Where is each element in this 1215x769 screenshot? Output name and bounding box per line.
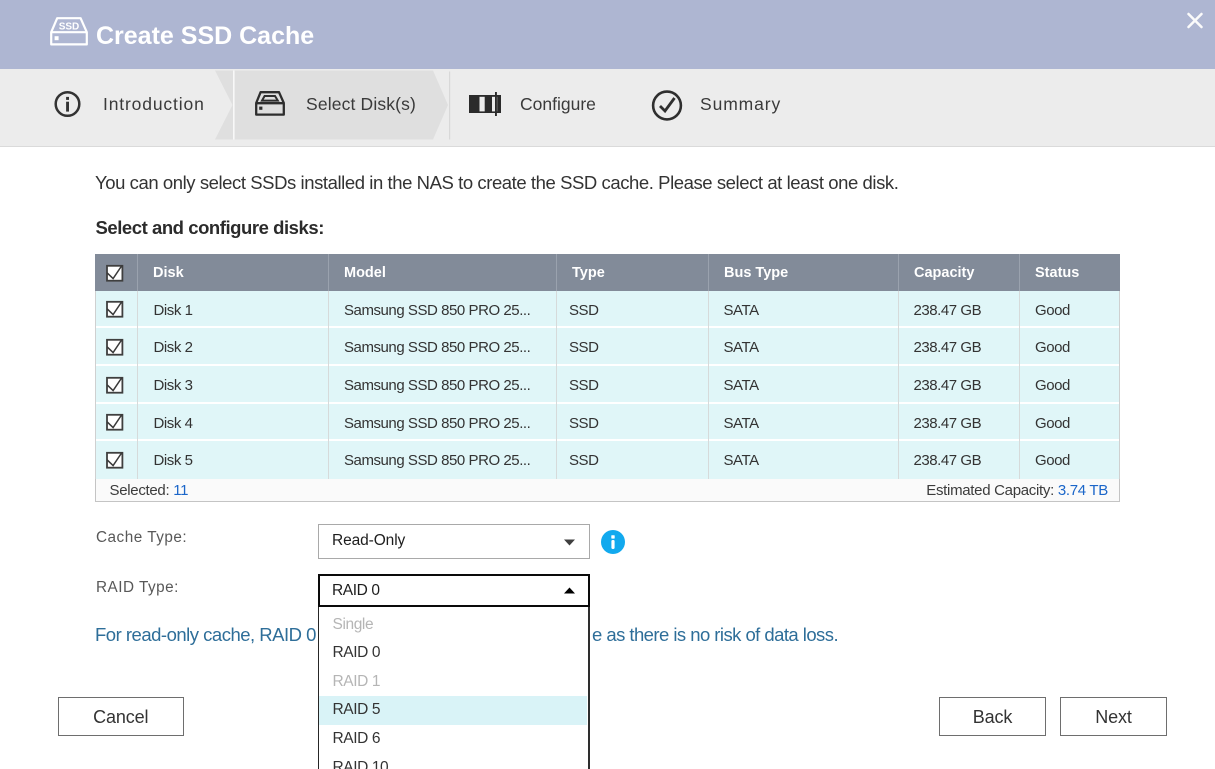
svg-text:SSD: SSD — [59, 21, 80, 32]
